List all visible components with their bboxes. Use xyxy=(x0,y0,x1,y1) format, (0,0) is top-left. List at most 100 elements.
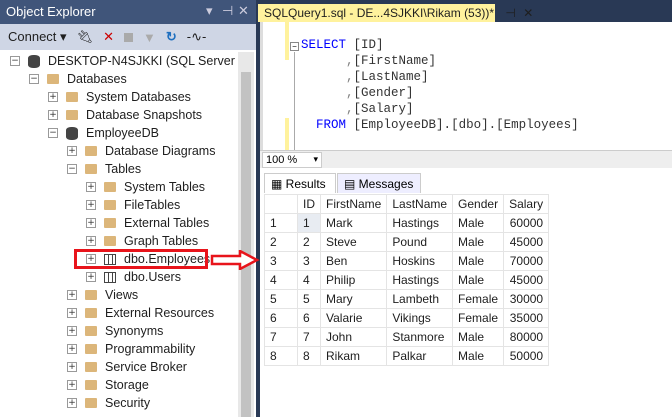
table-row[interactable]: 5 5 Mary Lambeth Female 30000 xyxy=(264,289,550,309)
grid-cell[interactable]: 2 xyxy=(264,232,298,252)
expand-icon[interactable]: + xyxy=(67,308,77,318)
expand-icon[interactable]: + xyxy=(48,92,58,102)
collapse-icon[interactable]: − xyxy=(48,128,58,138)
grid-cell[interactable]: Male xyxy=(452,327,505,347)
grid-cell[interactable]: Male xyxy=(452,232,505,252)
connect-plug-icon[interactable]: 🔌︎ xyxy=(77,29,94,45)
grid-cell[interactable]: 1 xyxy=(264,213,298,233)
tree-scrollbar[interactable] xyxy=(238,52,254,417)
grid-cell[interactable]: Lambeth xyxy=(386,289,454,309)
grid-cell[interactable]: Male xyxy=(452,270,505,290)
grid-cell[interactable]: 6 xyxy=(264,308,298,328)
pin-icon[interactable]: ⊣ xyxy=(505,6,515,20)
grid-cell[interactable]: 3 xyxy=(297,251,321,271)
tree-node[interactable]: + Storage xyxy=(67,376,149,394)
collapse-icon[interactable]: − xyxy=(29,74,39,84)
dropdown-icon[interactable]: ▾ xyxy=(206,3,213,19)
grid-cell[interactable]: John xyxy=(319,327,388,347)
grid-cell[interactable]: Pound xyxy=(386,232,454,252)
query-tab[interactable]: SQLQuery1.sql - DE...4SJKKI\Rikam (53))*… xyxy=(258,4,533,22)
grid-cell[interactable]: Palkar xyxy=(386,346,454,366)
grid-cell[interactable]: 5 xyxy=(264,289,298,309)
grid-cell[interactable]: Steve xyxy=(319,232,388,252)
tree-node[interactable]: − EmployeeDB xyxy=(48,124,159,142)
grid-cell[interactable]: Valarie xyxy=(319,308,388,328)
tab-messages[interactable]: ▤ Messages xyxy=(337,173,421,193)
grid-cell[interactable]: Vikings xyxy=(386,308,454,328)
grid-cell[interactable]: Male xyxy=(452,251,505,271)
expand-icon[interactable]: + xyxy=(86,218,96,228)
grid-cell[interactable]: 6 xyxy=(297,308,321,328)
grid-cell[interactable]: 50000 xyxy=(503,346,550,366)
tree-node[interactable]: + System Tables xyxy=(86,178,205,196)
activity-monitor-icon[interactable]: -∿- xyxy=(187,29,207,45)
tab-results[interactable]: ▦ Results xyxy=(264,173,336,193)
table-row[interactable]: 2 2 Steve Pound Male 45000 xyxy=(264,232,550,252)
grid-cell[interactable]: Ben xyxy=(319,251,388,271)
refresh-icon[interactable]: ↻ xyxy=(166,29,177,45)
sql-editor[interactable]: − SELECT [ID] ,[FirstName] ,[LastName] ,… xyxy=(260,22,672,150)
tree-node[interactable]: + dbo.Users xyxy=(86,268,181,286)
grid-cell[interactable]: 2 xyxy=(297,232,321,252)
table-row[interactable]: 3 3 Ben Hoskins Male 70000 xyxy=(264,251,550,271)
disconnect-icon[interactable]: ✕ xyxy=(103,29,114,45)
grid-cell[interactable]: Female xyxy=(452,308,505,328)
grid-cell[interactable]: 7 xyxy=(297,327,321,347)
tree-node[interactable]: + Service Broker xyxy=(67,358,187,376)
close-icon[interactable]: ✕ xyxy=(238,3,249,19)
table-row[interactable]: 6 6 Valarie Vikings Female 35000 xyxy=(264,308,550,328)
tree-node[interactable]: + External Tables xyxy=(86,214,209,232)
grid-cell[interactable]: 70000 xyxy=(503,251,550,271)
grid-cell[interactable]: 4 xyxy=(297,270,321,290)
collapse-icon[interactable]: − xyxy=(290,42,299,51)
filter-icon[interactable]: ▼ xyxy=(143,30,156,45)
expand-icon[interactable]: + xyxy=(48,110,58,120)
tree-node[interactable]: − DESKTOP-N4SJKKI (SQL Server 14.0. xyxy=(10,52,236,70)
table-row[interactable]: 4 4 Philip Hastings Male 45000 xyxy=(264,270,550,290)
grid-cell[interactable]: 80000 xyxy=(503,327,550,347)
grid-cell[interactable]: 45000 xyxy=(503,232,550,252)
tree-node[interactable]: + External Resources xyxy=(67,304,214,322)
expand-icon[interactable]: + xyxy=(67,362,77,372)
expand-icon[interactable]: + xyxy=(67,290,77,300)
expand-icon[interactable]: + xyxy=(67,146,77,156)
close-tab-icon[interactable]: ✕ xyxy=(523,6,533,20)
pin-icon[interactable]: ⊣ xyxy=(222,3,233,19)
column-header[interactable]: Salary xyxy=(503,194,550,214)
grid-cell[interactable]: Rikam xyxy=(319,346,388,366)
tree-node[interactable]: + Graph Tables xyxy=(86,232,198,250)
tree-node[interactable]: − Databases xyxy=(29,70,127,88)
grid-cell[interactable]: 8 xyxy=(297,346,321,366)
expand-icon[interactable]: + xyxy=(67,398,77,408)
grid-cell[interactable]: Mary xyxy=(319,289,388,309)
grid-cell[interactable]: Hastings xyxy=(386,270,454,290)
table-row[interactable]: 8 8 Rikam Palkar Male 50000 xyxy=(264,346,550,366)
collapse-icon[interactable]: − xyxy=(67,164,77,174)
grid-cell[interactable]: 30000 xyxy=(503,289,550,309)
expand-icon[interactable]: + xyxy=(86,236,96,246)
expand-icon[interactable]: + xyxy=(86,200,96,210)
tree-node[interactable]: + Security xyxy=(67,394,150,412)
scrollbar-thumb[interactable] xyxy=(241,72,251,417)
grid-cell[interactable]: 4 xyxy=(264,270,298,290)
table-row[interactable]: 1 1 Mark Hastings Male 60000 xyxy=(264,213,550,233)
grid-cell[interactable]: Male xyxy=(452,346,505,366)
grid-cell[interactable]: Hastings xyxy=(386,213,454,233)
tree-node[interactable]: + Database Snapshots xyxy=(48,106,202,124)
grid-cell[interactable]: 7 xyxy=(264,327,298,347)
tree-node[interactable]: + FileTables xyxy=(86,196,180,214)
expand-icon[interactable]: + xyxy=(86,182,96,192)
grid-cell[interactable]: 45000 xyxy=(503,270,550,290)
grid-cell[interactable]: Philip xyxy=(319,270,388,290)
tree-node[interactable]: + System Databases xyxy=(48,88,191,106)
expand-icon[interactable]: + xyxy=(67,326,77,336)
expand-icon[interactable]: + xyxy=(67,344,77,354)
grid-cell[interactable]: 35000 xyxy=(503,308,550,328)
grid-cell[interactable]: 1 xyxy=(297,213,321,233)
grid-cell[interactable]: 60000 xyxy=(503,213,550,233)
grid-cell[interactable]: 5 xyxy=(297,289,321,309)
grid-cell[interactable]: 8 xyxy=(264,346,298,366)
column-header[interactable]: LastName xyxy=(386,194,454,214)
stop-icon[interactable] xyxy=(123,32,133,42)
tree-node[interactable]: + Database Diagrams xyxy=(67,142,215,160)
